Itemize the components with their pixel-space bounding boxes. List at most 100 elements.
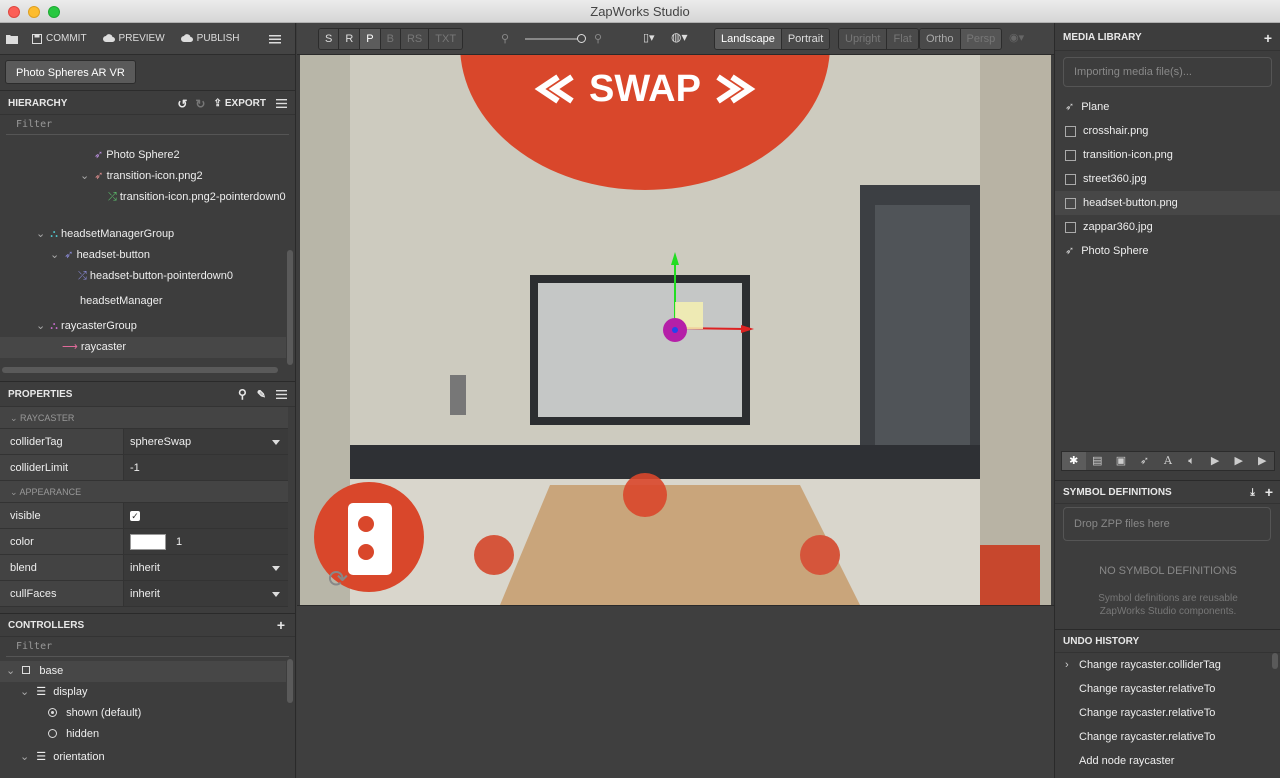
- tree-item-transition-icon[interactable]: ⌄ ➶ transition-icon.png2: [80, 166, 203, 187]
- media-item-headset-button[interactable]: headset-button.png: [1055, 191, 1280, 215]
- globe-dropdown-icon[interactable]: ◍▾: [671, 30, 688, 44]
- tree-item-raycaster-group[interactable]: ⌄ ⛬ raycasterGroup: [36, 316, 137, 337]
- download-icon[interactable]: ⤓: [1250, 487, 1254, 498]
- maximize-window-button[interactable]: [48, 6, 60, 18]
- video360-icon[interactable]: ▶: [1227, 452, 1251, 470]
- media-label: Photo Sphere: [1081, 245, 1149, 257]
- add-symbol-icon[interactable]: +: [1265, 484, 1273, 500]
- visible-checkbox[interactable]: ✓: [130, 511, 140, 521]
- redo-icon[interactable]: ↻: [195, 97, 205, 111]
- media-item-plane[interactable]: ➶ Plane: [1055, 95, 1280, 119]
- zoom-slider[interactable]: [525, 34, 586, 43]
- mode-p-button[interactable]: P: [360, 29, 381, 49]
- media-item-crosshair[interactable]: crosshair.png: [1055, 119, 1280, 143]
- scene-viewport[interactable]: SWAP ⟳: [300, 55, 1051, 605]
- undo-item[interactable]: Add node raycaster: [1055, 749, 1280, 773]
- ortho-button[interactable]: Ortho: [920, 29, 961, 49]
- section-appearance[interactable]: ⌄ APPEARANCE: [0, 481, 288, 503]
- undo-icon[interactable]: ↺: [177, 97, 187, 111]
- mode-b-button[interactable]: B: [380, 29, 401, 49]
- export-button[interactable]: ⇪ EXPORT: [213, 98, 266, 109]
- tree-item-headset-button[interactable]: ⌄ ➶ headset-button: [50, 245, 150, 266]
- controllers-tree: ⌄ base ⌄ ☰ display shown (default) hidde…: [0, 657, 295, 767]
- hierarchy-filter-input[interactable]: Filter: [6, 115, 289, 135]
- state-shown[interactable]: shown (default): [48, 703, 141, 724]
- audio-icon[interactable]: 🔈︎: [1180, 452, 1204, 470]
- refresh-icon[interactable]: ⟳: [328, 565, 348, 593]
- tree-item-headset-manager[interactable]: headsetManager: [80, 291, 163, 312]
- controller-orientation[interactable]: ⌄ ☰ orientation: [20, 747, 105, 768]
- tree-item-photo-sphere2[interactable]: ➶ Photo Sphere2: [94, 145, 180, 166]
- media-item-street360[interactable]: street360.jpg: [1055, 167, 1280, 191]
- section-raycaster[interactable]: ⌄ RAYCASTER: [0, 407, 288, 429]
- controller-display[interactable]: ⌄ ☰ display: [20, 682, 87, 703]
- persp-button[interactable]: Persp: [960, 29, 1002, 49]
- preview-button[interactable]: PREVIEW: [102, 33, 165, 44]
- state-hidden[interactable]: hidden: [48, 724, 99, 745]
- search-icon[interactable]: ⚲: [238, 387, 247, 401]
- mode-txt-button[interactable]: TXT: [429, 29, 463, 49]
- tree-item-headset-pointerdown[interactable]: ⤮ headset-button-pointerdown0: [78, 266, 233, 287]
- color-alpha[interactable]: 1: [176, 536, 182, 548]
- video-stream-icon[interactable]: ▶: [1251, 452, 1275, 470]
- hierarchy-scrollbar[interactable]: [287, 250, 293, 365]
- undo-item[interactable]: Change raycaster.relativeTo: [1055, 677, 1280, 701]
- media-item-photo-sphere[interactable]: ➶ Photo Sphere: [1055, 239, 1280, 263]
- document-icon[interactable]: ▤: [1086, 452, 1110, 470]
- commit-button[interactable]: COMMIT: [32, 33, 87, 44]
- tree-item-transition-pointerdown[interactable]: ⤮ transition-icon.png2-pointerdown0: [108, 187, 288, 208]
- flat-button[interactable]: Flat: [887, 29, 918, 49]
- controller-base[interactable]: ⌄ base: [0, 661, 286, 682]
- controllers-scrollbar[interactable]: [287, 659, 293, 703]
- zoom-slider-handle[interactable]: [577, 34, 586, 43]
- tree-item-raycaster[interactable]: ⟶ raycaster: [0, 337, 286, 358]
- controllers-filter-input[interactable]: Filter: [6, 637, 289, 657]
- tree-item-label: raycasterGroup: [61, 320, 137, 332]
- publish-button[interactable]: PUBLISH: [180, 33, 239, 44]
- zoom-in-icon[interactable]: ⚲: [594, 32, 602, 45]
- hierarchy-menu-icon[interactable]: [276, 99, 287, 108]
- landscape-button[interactable]: Landscape: [715, 29, 782, 49]
- add-controller-icon[interactable]: +: [277, 617, 285, 633]
- properties-menu-icon[interactable]: [276, 389, 287, 399]
- add-media-icon[interactable]: +: [1264, 30, 1272, 46]
- tree-item-label: headset-button: [76, 249, 150, 261]
- undo-item[interactable]: Change raycaster.relativeTo: [1055, 701, 1280, 725]
- rocket-filter-icon[interactable]: ➶: [1133, 452, 1157, 470]
- tree-item-headset-manager-group[interactable]: ⌄ ⛬ headsetManagerGroup: [36, 224, 174, 245]
- mode-r-button[interactable]: R: [339, 29, 361, 49]
- media-item-transition-icon[interactable]: transition-icon.png: [1055, 143, 1280, 167]
- undo-label: Change raycaster.relativeTo: [1079, 683, 1216, 695]
- asterisk-icon[interactable]: ✱: [1062, 452, 1086, 470]
- undo-item[interactable]: › Change raycaster.colliderTag: [1055, 653, 1280, 677]
- open-folder-button[interactable]: [6, 34, 18, 44]
- minimize-window-button[interactable]: [28, 6, 40, 18]
- menu-icon[interactable]: [269, 34, 281, 44]
- upright-button[interactable]: Upright: [839, 29, 888, 49]
- undo-item[interactable]: Change raycaster.relativeTo: [1055, 725, 1280, 749]
- project-name-button[interactable]: Photo Spheres AR VR: [5, 60, 136, 84]
- media-import-dropzone[interactable]: Importing media file(s)...: [1063, 57, 1272, 87]
- portrait-button[interactable]: Portrait: [781, 29, 830, 49]
- zoom-out-icon[interactable]: ⚲: [501, 32, 509, 45]
- video-icon[interactable]: ▶: [1203, 452, 1227, 470]
- font-icon[interactable]: A: [1156, 452, 1180, 470]
- mode-rs-button[interactable]: RS: [400, 29, 430, 49]
- device-dropdown-icon[interactable]: ▯▾: [643, 31, 655, 44]
- eye-dropdown-icon[interactable]: ◉▾: [1009, 31, 1024, 44]
- undo-scrollbar[interactable]: [1272, 653, 1278, 669]
- color-swatch[interactable]: [130, 534, 166, 551]
- close-window-button[interactable]: [8, 6, 20, 18]
- colliderlimit-input[interactable]: -1: [124, 455, 288, 480]
- hierarchy-hscrollbar[interactable]: [2, 367, 278, 373]
- preview-label: PREVIEW: [118, 33, 165, 44]
- cullfaces-select[interactable]: inherit: [124, 581, 288, 606]
- mode-s-button[interactable]: S: [319, 29, 340, 49]
- media-item-zappar360[interactable]: zappar360.jpg: [1055, 215, 1280, 239]
- collidertag-select[interactable]: sphereSwap: [124, 429, 288, 454]
- image-filter-icon[interactable]: ▣: [1109, 452, 1133, 470]
- zpp-dropzone[interactable]: Drop ZPP files here: [1063, 507, 1271, 541]
- prop-row-colliderlimit: colliderLimit -1: [0, 455, 288, 481]
- pencil-icon[interactable]: ✎: [257, 388, 266, 401]
- blend-select[interactable]: inherit: [124, 555, 288, 580]
